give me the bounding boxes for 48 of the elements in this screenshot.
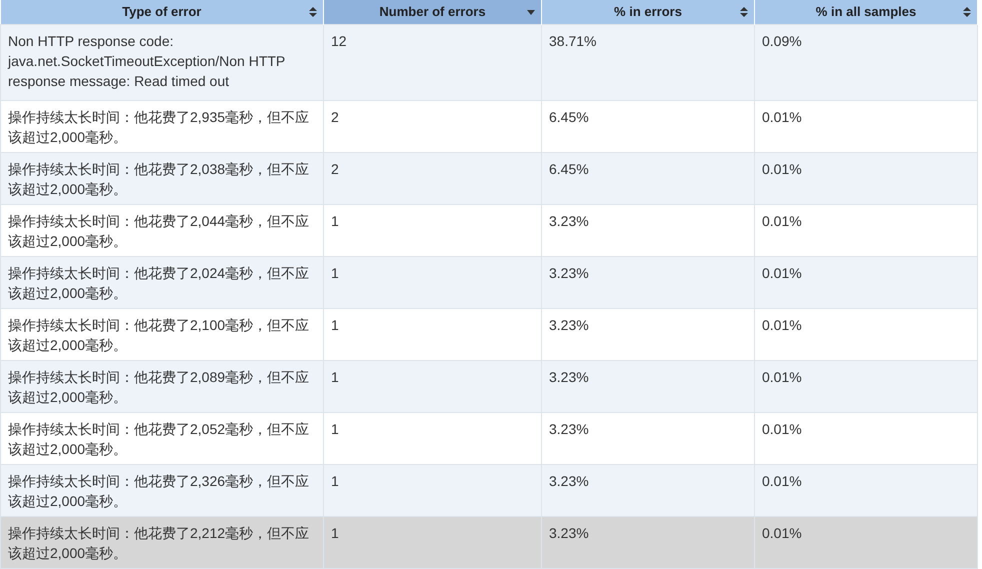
table-cell: 3.23% xyxy=(542,412,754,464)
table-cell: 38.71% xyxy=(542,24,754,100)
table-cell: 3.23% xyxy=(542,360,754,412)
table-cell: 6.45% xyxy=(542,100,754,152)
table-cell: 6.45% xyxy=(542,152,754,204)
table-cell: 1 xyxy=(324,360,542,412)
column-header[interactable]: % in all samples xyxy=(754,0,978,24)
table-cell: 3.23% xyxy=(542,204,754,256)
sort-icon xyxy=(963,7,971,17)
column-header[interactable]: Number of errors xyxy=(324,0,542,24)
table-cell: 0.01% xyxy=(754,152,978,204)
table-cell: 操作持续太长时间：他花费了2,326毫秒，但不应该超过2,000毫秒。 xyxy=(0,464,324,516)
table-cell: 1 xyxy=(324,256,542,308)
sort-icon xyxy=(309,7,317,17)
column-header[interactable]: Type of error xyxy=(0,0,324,24)
table-cell: 操作持续太长时间：他花费了2,100毫秒，但不应该超过2,000毫秒。 xyxy=(0,308,324,360)
table-cell: 3.23% xyxy=(542,516,754,568)
column-header[interactable]: % in errors xyxy=(542,0,754,24)
table-cell: 2 xyxy=(324,100,542,152)
table-cell: 1 xyxy=(324,308,542,360)
table-cell: 0.01% xyxy=(754,516,978,568)
table-cell: 0.01% xyxy=(754,256,978,308)
table-cell: 1 xyxy=(324,516,542,568)
table-cell: 0.09% xyxy=(754,24,978,100)
table-cell: Non HTTP response code: java.net.SocketTimeoutException/Non HTTP response message: Read timed out xyxy=(0,24,324,100)
table-cell: 0.01% xyxy=(754,412,978,464)
sort-icon xyxy=(740,7,748,17)
table-cell: 0.01% xyxy=(754,100,978,152)
table-cell: 3.23% xyxy=(542,256,754,308)
table-cell: 0.01% xyxy=(754,308,978,360)
table-cell: 12 xyxy=(324,24,542,100)
table-cell: 0.01% xyxy=(754,464,978,516)
table-cell: 1 xyxy=(324,204,542,256)
table-cell: 1 xyxy=(324,412,542,464)
table-cell: 1 xyxy=(324,464,542,516)
table-cell: 操作持续太长时间：他花费了2,935毫秒，但不应该超过2,000毫秒。 xyxy=(0,100,324,152)
table-cell: 操作持续太长时间：他花费了2,024毫秒，但不应该超过2,000毫秒。 xyxy=(0,256,324,308)
table-cell: 0.01% xyxy=(754,204,978,256)
table-cell: 2 xyxy=(324,152,542,204)
table-cell: 0.01% xyxy=(754,360,978,412)
table-cell: 操作持续太长时间：他花费了2,089毫秒，但不应该超过2,000毫秒。 xyxy=(0,360,324,412)
table-cell: 3.23% xyxy=(542,464,754,516)
sort-descending-icon xyxy=(527,7,535,17)
table-cell: 操作持续太长时间：他花费了2,052毫秒，但不应该超过2,000毫秒。 xyxy=(0,412,324,464)
table-cell: 3.23% xyxy=(542,308,754,360)
table-cell: 操作持续太长时间：他花费了2,044毫秒，但不应该超过2,000毫秒。 xyxy=(0,204,324,256)
table-cell: 操作持续太长时间：他花费了2,038毫秒，但不应该超过2,000毫秒。 xyxy=(0,152,324,204)
table-cell: 操作持续太长时间：他花费了2,212毫秒，但不应该超过2,000毫秒。 xyxy=(0,516,324,568)
